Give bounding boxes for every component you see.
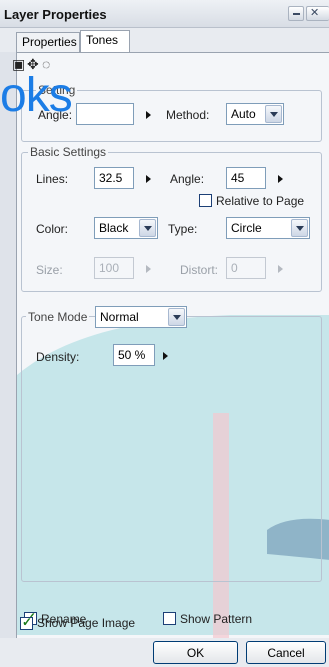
lines-label: Lines: xyxy=(36,172,69,186)
angle-top-arrow-icon[interactable] xyxy=(146,111,151,119)
chevron-down-icon[interactable] xyxy=(168,308,185,326)
angle-value: 45 xyxy=(231,171,245,185)
distort-arrow-icon xyxy=(278,265,283,273)
color-select-value: Black xyxy=(99,221,129,235)
show-pattern-label: Show Pattern xyxy=(180,612,253,626)
tab-tones[interactable]: Tones xyxy=(80,30,130,52)
size-input: 100 xyxy=(94,257,134,279)
basic-settings-label: Basic Settings xyxy=(28,145,109,159)
size-label: Size: xyxy=(36,263,63,277)
type-select-value: Circle xyxy=(231,221,262,235)
angle-arrow-icon[interactable] xyxy=(278,175,283,183)
title-bar: Layer Properties xyxy=(0,0,329,28)
chevron-down-icon[interactable] xyxy=(139,219,156,237)
chevron-down-icon[interactable] xyxy=(265,105,282,123)
minimize-icon[interactable] xyxy=(288,6,304,21)
angle-input[interactable]: 45 xyxy=(226,167,266,189)
density-value: 50 % xyxy=(118,348,146,362)
tab-strip: Properties Tones xyxy=(0,28,329,52)
distort-input: 0 xyxy=(226,257,266,279)
type-select[interactable]: Circle xyxy=(226,217,310,239)
tone-mode-select[interactable]: Normal xyxy=(95,306,187,328)
density-input[interactable]: 50 % xyxy=(113,344,155,366)
method-select[interactable]: Auto xyxy=(226,103,284,125)
close-icon[interactable] xyxy=(306,6,329,21)
angle-label: Angle: xyxy=(170,172,205,186)
window-title: Layer Properties xyxy=(4,7,107,22)
chevron-down-icon[interactable] xyxy=(291,219,308,237)
tab-properties[interactable]: Properties xyxy=(16,32,80,52)
show-pattern-checkbox[interactable] xyxy=(163,612,176,625)
show-page-image-label: Show Page Image xyxy=(37,616,136,630)
relative-to-page-checkbox[interactable] xyxy=(199,194,212,207)
show-page-image-checkbox[interactable] xyxy=(20,615,33,630)
color-select[interactable]: Black xyxy=(94,217,158,239)
watermark-text: oks xyxy=(0,69,73,122)
type-label: Type: xyxy=(168,222,198,236)
lines-arrow-icon[interactable] xyxy=(146,175,151,183)
method-select-value: Auto xyxy=(231,107,256,121)
lines-value: 32.5 xyxy=(99,171,123,185)
tone-mode-label: Tone Mode xyxy=(26,310,90,324)
method-label: Method: xyxy=(166,108,210,122)
distort-label: Distort: xyxy=(180,263,219,277)
density-label: Density: xyxy=(36,350,80,364)
angle-input-top[interactable] xyxy=(76,103,134,125)
density-arrow-icon[interactable] xyxy=(163,352,168,360)
size-arrow-icon xyxy=(146,265,151,273)
cancel-button[interactable]: Cancel xyxy=(246,641,326,664)
distort-value: 0 xyxy=(231,261,238,275)
lines-input[interactable]: 32.5 xyxy=(94,167,134,189)
relative-to-page-label: Relative to Page xyxy=(216,194,305,208)
size-value: 100 xyxy=(99,261,120,275)
ok-button[interactable]: OK xyxy=(153,641,238,664)
color-label: Color: xyxy=(36,222,69,236)
tone-mode-select-value: Normal xyxy=(100,310,139,324)
